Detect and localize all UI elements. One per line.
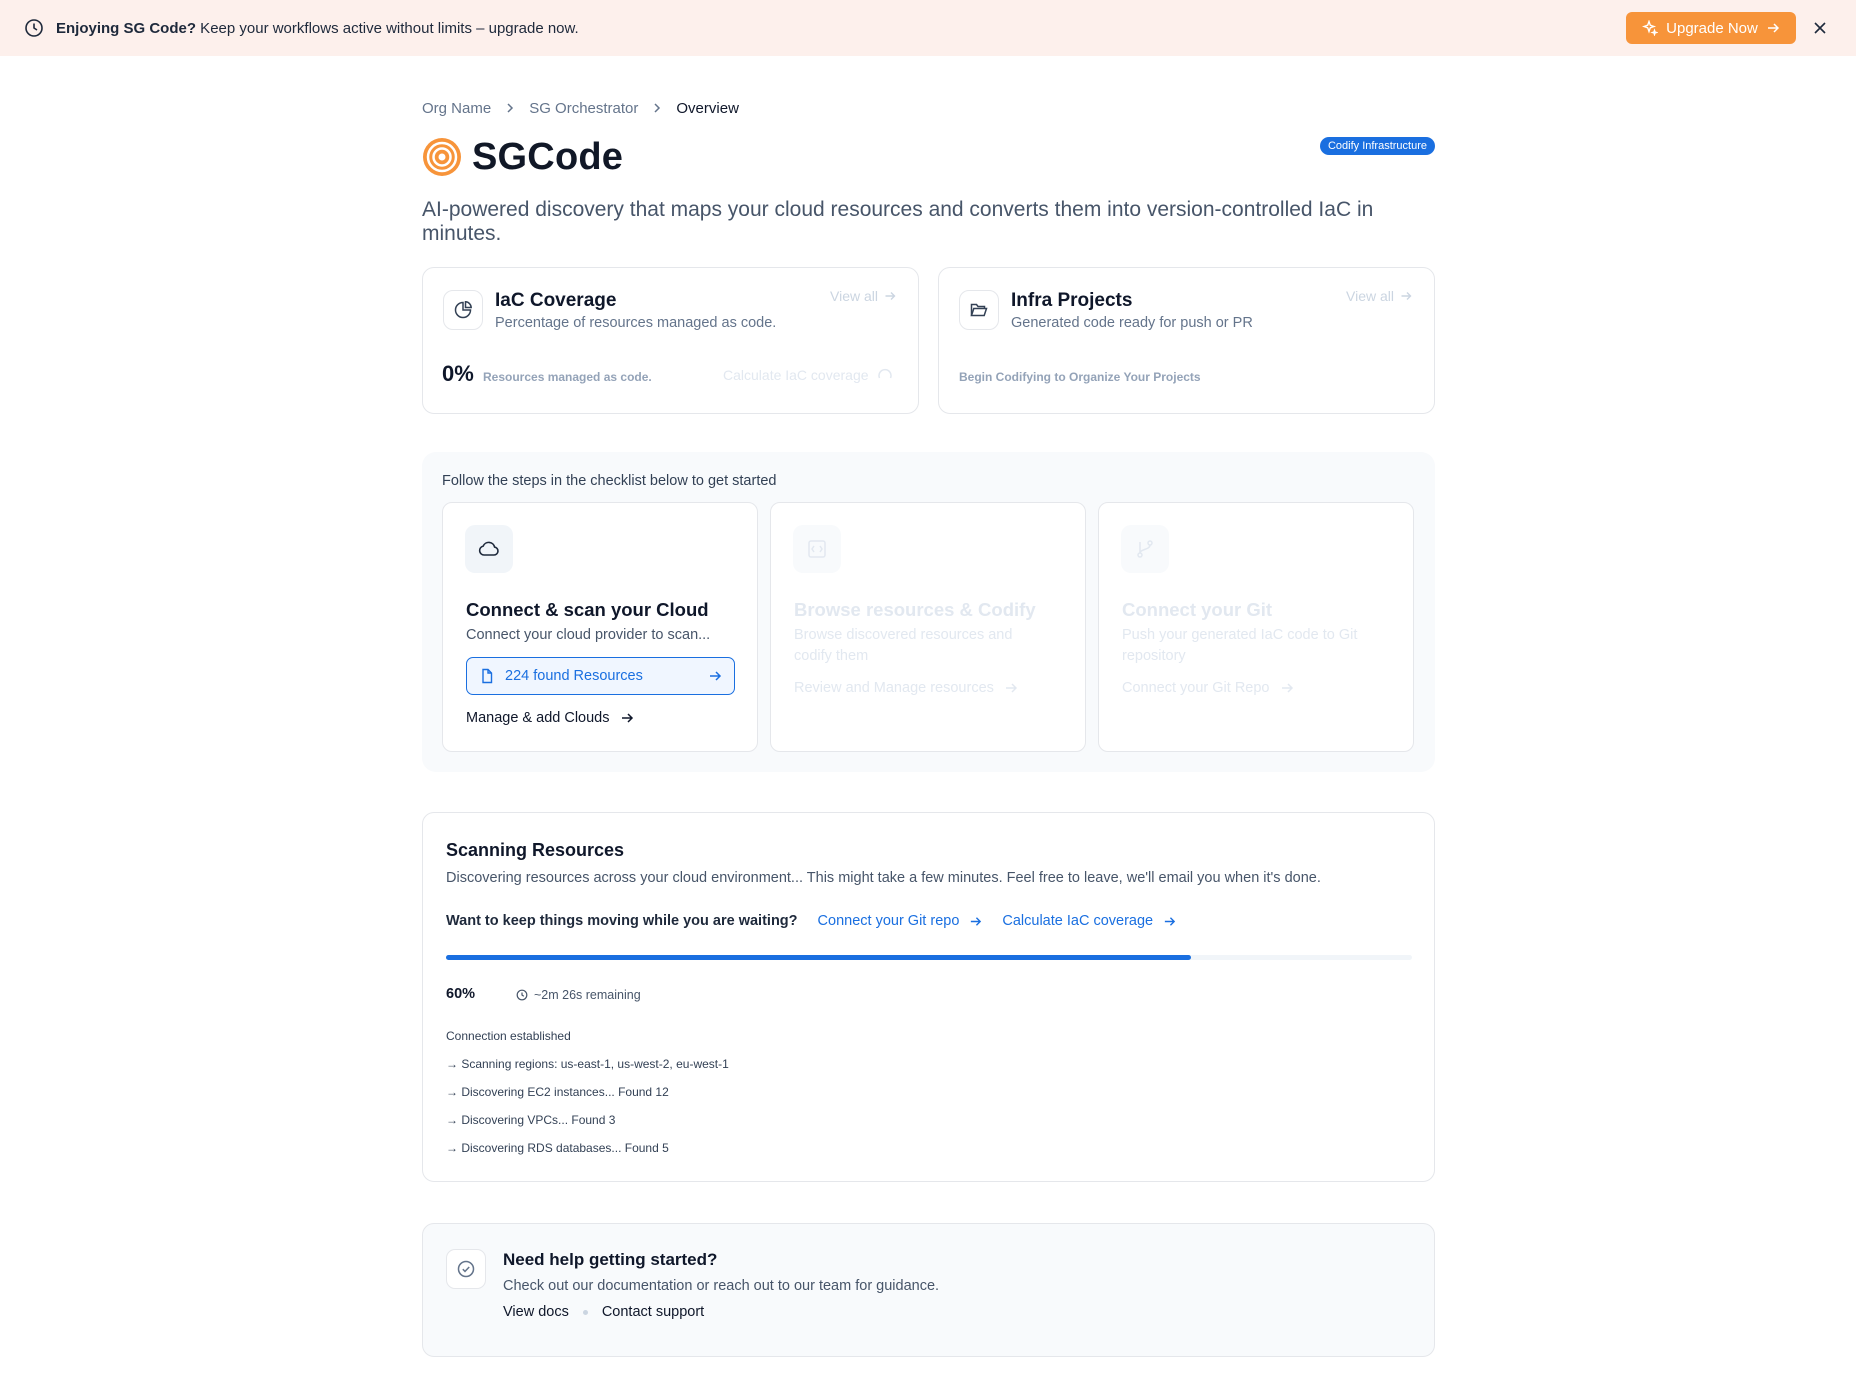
step-connect-git: Connect your Git Push your generated IaC… [1098, 502, 1414, 752]
connect-git-label: Connect your Git repo [817, 913, 960, 929]
step-desc: Connect your cloud provider to scan... [466, 627, 711, 643]
arrow-right-icon [1400, 290, 1412, 302]
banner-message: Enjoying SG Code? Keep your workflows ac… [56, 19, 579, 37]
upgrade-banner: Enjoying SG Code? Keep your workflows ac… [0, 0, 1856, 56]
connect-git-repo-link[interactable]: Connect your Git Repo [1122, 680, 1294, 696]
scan-desc: Discovering resources across your cloud … [446, 870, 1321, 886]
time-remaining: ~2m 26s remaining [516, 988, 641, 1002]
page-header: SGCode Codify Infrastructure [422, 134, 1435, 180]
getting-started-checklist: Follow the steps in the checklist below … [422, 452, 1435, 772]
step-browse-resources: Browse resources & Codify Browse discove… [770, 502, 1086, 752]
log-line: → Discovering RDS databases... Found 5 [446, 1141, 669, 1155]
code-icon [793, 525, 841, 573]
git-branch-icon [1121, 525, 1169, 573]
calculate-coverage-label: Calculate IaC coverage [723, 367, 869, 383]
codify-badge: Codify Infrastructure [1319, 137, 1435, 155]
step-title: Browse resources & Codify [794, 599, 1036, 620]
help-links: View docs Contact support [503, 1304, 704, 1320]
close-banner-button[interactable] [1808, 16, 1832, 40]
step-connect-cloud: Connect & scan your Cloud Connect your c… [442, 502, 758, 752]
arrow-right-icon [1766, 21, 1780, 35]
calculate-coverage-link[interactable]: Calculate IaC coverage [723, 367, 893, 383]
coverage-desc: Percentage of resources managed as code. [495, 315, 777, 331]
page-subtitle: AI-powered discovery that maps your clou… [422, 198, 1374, 245]
clock-icon [516, 989, 528, 1001]
arrow-right-icon [1280, 681, 1294, 695]
coverage-caption: Resources managed as code. [483, 370, 652, 384]
projects-empty-caption: Begin Codifying to Organize Your Project… [959, 370, 1201, 384]
arrow-right-icon [1163, 915, 1176, 928]
scan-progress-bar [446, 955, 1412, 960]
help-title: Need help getting started? [503, 1250, 718, 1269]
folder-icon [959, 290, 999, 330]
page-title: SGCode [472, 135, 624, 178]
review-resources-link[interactable]: Review and Manage resources [794, 680, 1018, 696]
scan-log: Connection established → Scanning region… [446, 1029, 729, 1169]
scan-percent: 60% [446, 986, 476, 1002]
refresh-icon [877, 367, 893, 383]
scan-cta-row: Want to keep things moving while you are… [446, 913, 1196, 929]
calculate-coverage-cta[interactable]: Calculate IaC coverage [1002, 913, 1176, 929]
log-line: Connection established [446, 1029, 571, 1043]
connect-git-repo-label: Connect your Git Repo [1122, 680, 1270, 696]
view-docs-link[interactable]: View docs [503, 1304, 569, 1320]
step-desc: Browse discovered resources and codify t… [794, 627, 1013, 664]
view-all-label: View all [830, 288, 878, 304]
step-title: Connect your Git [1122, 599, 1273, 620]
log-line: → Scanning regions: us-east-1, us-west-2… [446, 1057, 729, 1071]
calculate-coverage-label: Calculate IaC coverage [1002, 913, 1154, 929]
found-resources-button[interactable]: 224 found Resources [466, 657, 735, 695]
connect-git-repo-cta[interactable]: Connect your Git repo [818, 913, 983, 929]
iac-coverage-card: IaC Coverage Percentage of resources man… [422, 267, 919, 414]
arrow-right-icon [969, 915, 982, 928]
chevron-right-icon [652, 102, 662, 114]
coverage-view-all-link[interactable]: View all [830, 288, 896, 304]
sgcode-logo-icon [422, 137, 462, 177]
contact-support-link[interactable]: Contact support [602, 1304, 704, 1320]
upgrade-now-button[interactable]: Upgrade Now [1626, 12, 1796, 44]
pie-chart-icon [443, 290, 483, 330]
log-line: → Discovering VPCs... Found 3 [446, 1113, 616, 1127]
breadcrumb-orchestrator[interactable]: SG Orchestrator [529, 100, 638, 117]
time-remaining-label: ~2m 26s remaining [534, 988, 641, 1002]
breadcrumb-org[interactable]: Org Name [422, 100, 491, 117]
projects-desc: Generated code ready for push or PR [1011, 315, 1253, 331]
found-resources-label: 224 found Resources [505, 668, 643, 684]
close-icon [1813, 21, 1827, 35]
file-icon [479, 668, 495, 684]
step-title: Connect & scan your Cloud [466, 599, 709, 620]
projects-title: Infra Projects [1011, 290, 1133, 311]
chevron-right-icon [505, 102, 515, 114]
breadcrumb-current: Overview [676, 99, 739, 117]
check-circle-icon [446, 1249, 486, 1289]
upgrade-label: Upgrade Now [1666, 19, 1758, 37]
coverage-title: IaC Coverage [495, 290, 617, 311]
manage-clouds-link[interactable]: Manage & add Clouds [466, 710, 634, 726]
arrow-right-icon [884, 290, 896, 302]
sparkle-icon [1642, 20, 1659, 36]
scan-cta-question: Want to keep things moving while you are… [446, 913, 798, 929]
view-all-label: View all [1346, 288, 1394, 304]
scan-title: Scanning Resources [446, 840, 625, 860]
infra-projects-card: Infra Projects Generated code ready for … [938, 267, 1435, 414]
scanning-resources-panel: Scanning Resources Discovering resources… [422, 812, 1435, 1182]
help-desc: Check out our documentation or reach out… [503, 1278, 940, 1294]
separator-dot [582, 1309, 588, 1315]
arrow-right-icon [1004, 681, 1018, 695]
projects-view-all-link[interactable]: View all [1346, 288, 1412, 304]
checklist-hint: Follow the steps in the checklist below … [442, 473, 777, 489]
coverage-value: 0% [442, 361, 474, 386]
clock-icon [24, 18, 44, 38]
cloud-icon [465, 525, 513, 573]
arrow-right-icon [620, 711, 634, 725]
step-desc: Push your generated IaC code to Git repo… [1122, 627, 1358, 664]
log-line: → Discovering EC2 instances... Found 12 [446, 1085, 669, 1099]
scan-progress-fill [446, 955, 1191, 960]
arrow-right-icon [708, 669, 722, 683]
review-resources-label: Review and Manage resources [794, 680, 994, 696]
help-panel: Need help getting started? Check out our… [422, 1223, 1435, 1357]
breadcrumb: Org Name SG Orchestrator Overview [422, 96, 1435, 120]
manage-clouds-label: Manage & add Clouds [466, 710, 610, 726]
